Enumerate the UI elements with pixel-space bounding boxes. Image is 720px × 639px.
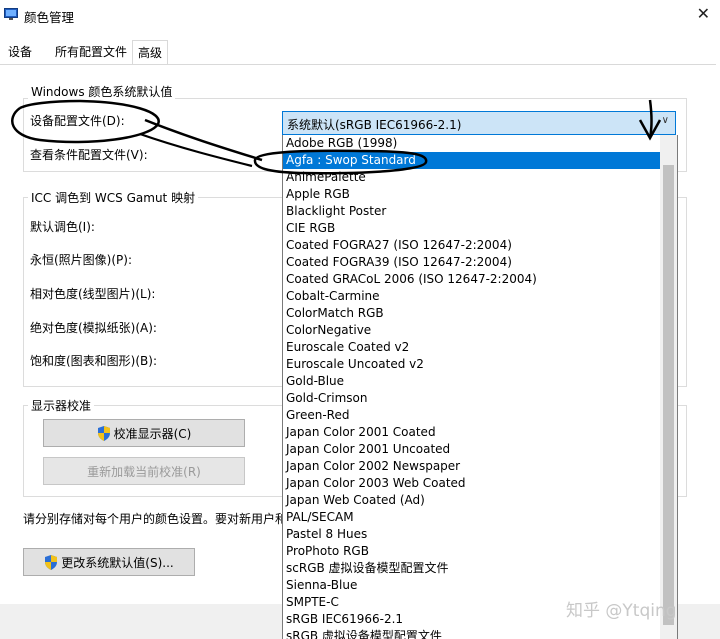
- dropdown-item[interactable]: Japan Color 2003 Web Coated: [283, 475, 661, 492]
- dropdown-item[interactable]: AnimePalette: [283, 169, 661, 186]
- dropdown-item[interactable]: Japan Web Coated (Ad): [283, 492, 661, 509]
- dropdown-item[interactable]: Japan Color 2002 Newspaper: [283, 458, 661, 475]
- icc-row-label: 饱和度(图表和图形)(B):: [30, 354, 158, 368]
- defaults-group-legend: Windows 颜色系统默认值: [28, 83, 176, 100]
- dropdown-item[interactable]: sRGB 虚拟设备模型配置文件: [283, 628, 661, 639]
- uac-shield-icon: [45, 554, 58, 570]
- tab-all-profiles[interactable]: 所有配置文件: [50, 42, 132, 62]
- dropdown-item[interactable]: Euroscale Coated v2: [283, 339, 661, 356]
- change-system-defaults-button[interactable]: 更改系统默认值(S)...: [23, 548, 195, 576]
- dropdown-item[interactable]: Adobe RGB (1998): [283, 135, 661, 152]
- uac-shield-icon: [97, 425, 110, 441]
- dropdown-item[interactable]: Japan Color 2001 Coated: [283, 424, 661, 441]
- dropdown-item[interactable]: ColorNegative: [283, 322, 661, 339]
- dropdown-item[interactable]: Apple RGB: [283, 186, 661, 203]
- change-system-defaults-label: 更改系统默认值(S)...: [61, 555, 174, 570]
- dropdown-item[interactable]: PAL/SECAM: [283, 509, 661, 526]
- per-user-note: 请分别存储对每个用户的颜色设置。要对新用户和: [23, 512, 288, 526]
- viewing-conditions-label: 查看条件配置文件(V):: [30, 148, 148, 162]
- tab-devices[interactable]: 设备: [3, 42, 37, 62]
- icc-row-label: 永恒(照片图像)(P):: [30, 253, 133, 267]
- dropdown-item[interactable]: Sienna-Blue: [283, 577, 661, 594]
- dropdown-item[interactable]: scRGB 虚拟设备模型配置文件: [283, 560, 661, 577]
- device-profile-label: 设备配置文件(D):: [30, 114, 125, 128]
- icc-row-label: 默认调色(I):: [30, 220, 95, 234]
- window-title: 颜色管理: [24, 10, 75, 25]
- chevron-down-icon[interactable]: ∨: [662, 115, 669, 126]
- dropdown-item[interactable]: Coated GRACoL 2006 (ISO 12647-2:2004): [283, 271, 661, 288]
- dropdown-item[interactable]: Gold-Crimson: [283, 390, 661, 407]
- reload-calibration-button[interactable]: 重新加载当前校准(R): [43, 457, 245, 485]
- dropdown-item[interactable]: Cobalt-Carmine: [283, 288, 661, 305]
- dropdown-item[interactable]: Coated FOGRA27 (ISO 12647-2:2004): [283, 237, 661, 254]
- scrollbar-thumb[interactable]: [663, 165, 674, 625]
- title-bar: 颜色管理 ✕: [0, 0, 720, 30]
- icc-row-label: 绝对色度(模拟纸张)(A):: [30, 321, 157, 335]
- dropdown-item[interactable]: Coated FOGRA39 (ISO 12647-2:2004): [283, 254, 661, 271]
- calibration-group-legend: 显示器校准: [28, 397, 95, 414]
- dropdown-item[interactable]: Green-Red: [283, 407, 661, 424]
- device-profile-dropdown-list[interactable]: Adobe RGB (1998) Agfa : Swop Standard Anim…: [282, 135, 662, 639]
- device-profile-value: 系统默认(sRGB IEC61966-2.1): [287, 118, 462, 132]
- icc-row-label: 相对色度(线型图片)(L):: [30, 287, 156, 301]
- dropdown-item[interactable]: Japan Color 2001 Uncoated: [283, 441, 661, 458]
- dropdown-scrollbar[interactable]: [660, 135, 678, 639]
- reload-calibration-label: 重新加载当前校准(R): [87, 464, 201, 479]
- dropdown-item[interactable]: Pastel 8 Hues: [283, 526, 661, 543]
- tab-advanced[interactable]: 高级: [132, 40, 169, 65]
- dropdown-item[interactable]: ProPhoto RGB: [283, 543, 661, 560]
- device-profile-combobox[interactable]: 系统默认(sRGB IEC61966-2.1) ∨: [282, 111, 676, 135]
- icc-group-legend: ICC 调色到 WCS Gamut 映射: [28, 189, 199, 206]
- close-icon[interactable]: ✕: [697, 4, 710, 23]
- tab-strip: 设备 所有配置文件 高级: [0, 40, 720, 65]
- calibrate-display-label: 校准显示器(C): [113, 426, 192, 441]
- dropdown-item[interactable]: Agfa : Swop Standard: [283, 152, 661, 169]
- dropdown-item[interactable]: Euroscale Uncoated v2: [283, 356, 661, 373]
- calibrate-display-button[interactable]: 校准显示器(C): [43, 419, 245, 447]
- dropdown-item[interactable]: Gold-Blue: [283, 373, 661, 390]
- dropdown-item[interactable]: CIE RGB: [283, 220, 661, 237]
- dropdown-item[interactable]: ColorMatch RGB: [283, 305, 661, 322]
- dropdown-item[interactable]: Blacklight Poster: [283, 203, 661, 220]
- monitor-icon: [4, 8, 18, 20]
- watermark: 知乎 @Ytqing: [566, 601, 677, 621]
